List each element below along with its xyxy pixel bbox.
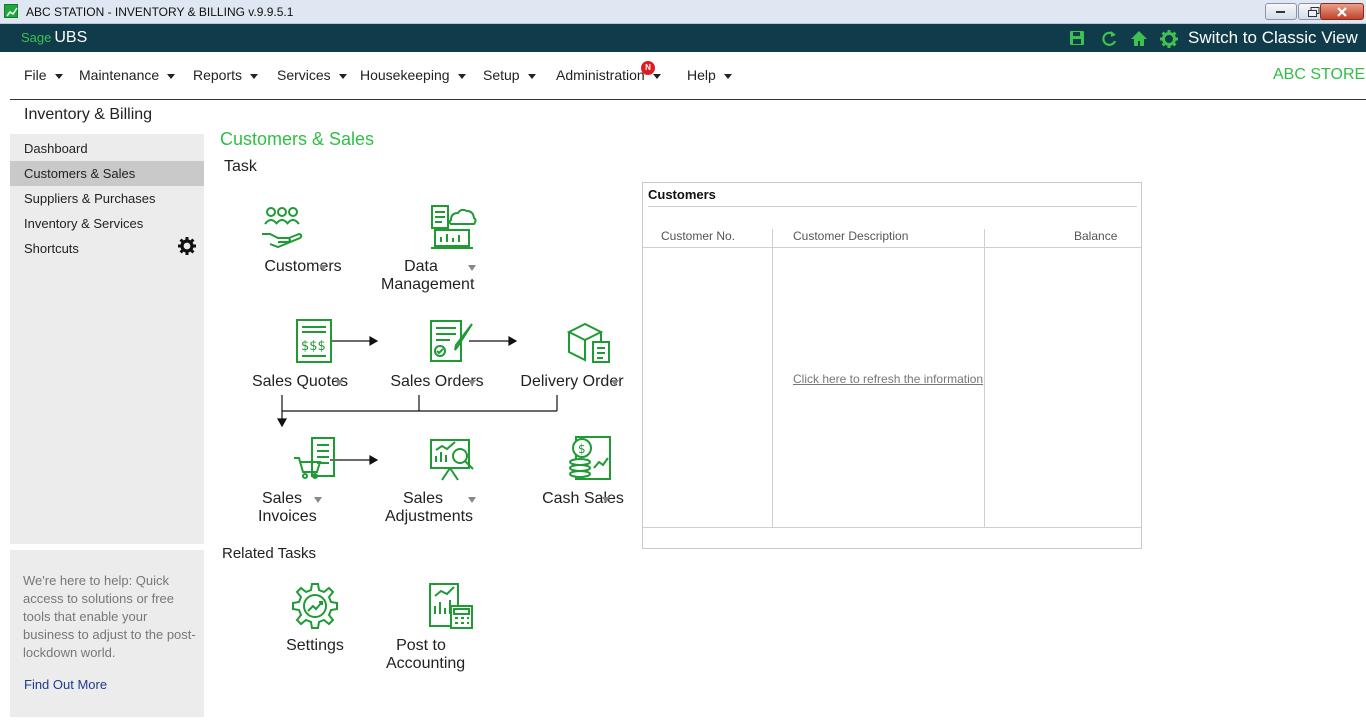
help-box: We're here to help: Quick access to solu… (10, 550, 204, 717)
chevron-down-icon[interactable] (602, 497, 610, 503)
svg-text:$$$: $$$ (301, 339, 326, 354)
sales-quotes-icon: $$$ (262, 318, 372, 371)
chevron-down-icon[interactable] (335, 380, 343, 386)
sales-invoices-icon (261, 436, 371, 489)
menu-bar: File Maintenance Reports Services Housek… (10, 52, 1366, 100)
data-management-label: Data Management (381, 258, 475, 293)
find-out-more-link[interactable]: Find Out More (24, 677, 107, 692)
notification-badge: N (641, 61, 655, 75)
help-text: We're here to help: Quick access to solu… (23, 573, 196, 660)
gear-icon[interactable] (1159, 29, 1179, 49)
menu-services[interactable]: Services (277, 67, 347, 83)
post-to-accounting-icon (396, 582, 506, 635)
menu-file[interactable]: File (24, 67, 63, 83)
chevron-down-icon (652, 73, 661, 79)
minimize-button[interactable] (1265, 3, 1297, 20)
task-heading: Task (224, 158, 257, 175)
menu-setup[interactable]: Setup (483, 67, 536, 83)
chevron-down-icon[interactable] (314, 497, 322, 503)
sidebar-item-suppliers-purchases[interactable]: Suppliers & Purchases (10, 186, 204, 211)
divider (648, 206, 1137, 207)
shortcuts-gear-icon[interactable] (177, 236, 197, 256)
save-icon[interactable] (1068, 29, 1088, 49)
refresh-information-link[interactable]: Click here to refresh the information (793, 372, 983, 386)
chevron-down-icon[interactable] (468, 380, 476, 386)
customers-icon (258, 204, 306, 252)
post-to-accounting-label: Post to Accounting (386, 637, 466, 672)
related-tasks-heading: Related Tasks (222, 545, 316, 562)
column-header-customer-description[interactable]: Customer Description (793, 229, 908, 243)
footer-divider (643, 527, 1141, 528)
brand-logo: Sage UBS (21, 29, 88, 46)
chevron-down-icon[interactable] (611, 380, 619, 386)
home-icon[interactable] (1129, 29, 1149, 49)
sidebar-item-shortcuts[interactable]: Shortcuts (10, 236, 204, 261)
sales-adjustments-label: Sales Adjustments (385, 490, 474, 525)
section-title: Inventory & Billing (24, 106, 153, 123)
column-header-customer-no[interactable]: Customer No. (661, 229, 735, 243)
chevron-down-icon (167, 73, 176, 79)
cash-sales-label: Cash Sales (542, 490, 624, 507)
sales-invoices-label: Sales Invoices (258, 490, 317, 525)
customers-panel: Customers Customer No. Customer Descript… (642, 182, 1142, 549)
chevron-down-icon (723, 73, 732, 79)
chevron-down-icon[interactable] (468, 265, 476, 271)
chevron-down-icon (527, 73, 536, 79)
close-button[interactable] (1320, 3, 1364, 20)
menu-reports[interactable]: Reports (193, 67, 259, 83)
menu-help[interactable]: Help (687, 67, 732, 83)
chevron-down-icon (250, 73, 259, 79)
sidebar: Dashboard Customers & Sales Suppliers & … (10, 134, 204, 544)
customers-panel-title: Customers (648, 187, 716, 202)
refresh-icon[interactable] (1099, 29, 1119, 49)
header-divider (643, 247, 1141, 248)
cash-sales-icon: $ (535, 434, 645, 487)
sidebar-item-dashboard[interactable]: Dashboard (10, 136, 204, 161)
svg-text:$: $ (578, 442, 586, 456)
chevron-down-icon (54, 73, 63, 79)
sidebar-item-inventory-services[interactable]: Inventory & Services (10, 211, 204, 236)
menu-housekeeping[interactable]: Housekeeping (360, 67, 466, 83)
page-title: Customers & Sales (220, 129, 375, 149)
column-divider (984, 229, 985, 527)
customers-label: Customers (264, 258, 342, 275)
column-header-balance[interactable]: Balance (1074, 229, 1117, 243)
chevron-down-icon[interactable] (468, 497, 476, 503)
window-title: ABC STATION - INVENTORY & BILLING v.9.9.… (26, 5, 294, 19)
app-icon (4, 4, 18, 18)
settings-label: Settings (286, 637, 344, 654)
delivery-order-icon (535, 320, 645, 373)
sales-adjustments-icon (397, 436, 507, 489)
sidebar-item-customers-sales[interactable]: Customers & Sales (10, 161, 204, 186)
brand-bar: Sage UBS Switch to Classic View (0, 24, 1366, 52)
settings-gear-icon (260, 582, 370, 635)
column-divider (772, 229, 773, 527)
sales-orders-icon (397, 318, 507, 371)
window-titlebar: ABC STATION - INVENTORY & BILLING v.9.9.… (0, 0, 1366, 24)
chevron-down-icon (338, 73, 347, 79)
chevron-down-icon (457, 73, 466, 79)
data-management-icon (398, 204, 508, 257)
menu-maintenance[interactable]: Maintenance (79, 67, 176, 83)
chevron-down-icon[interactable] (319, 265, 327, 271)
store-name: ABC STORE (1273, 66, 1366, 83)
switch-classic-view-link[interactable]: Switch to Classic View (1188, 28, 1358, 48)
